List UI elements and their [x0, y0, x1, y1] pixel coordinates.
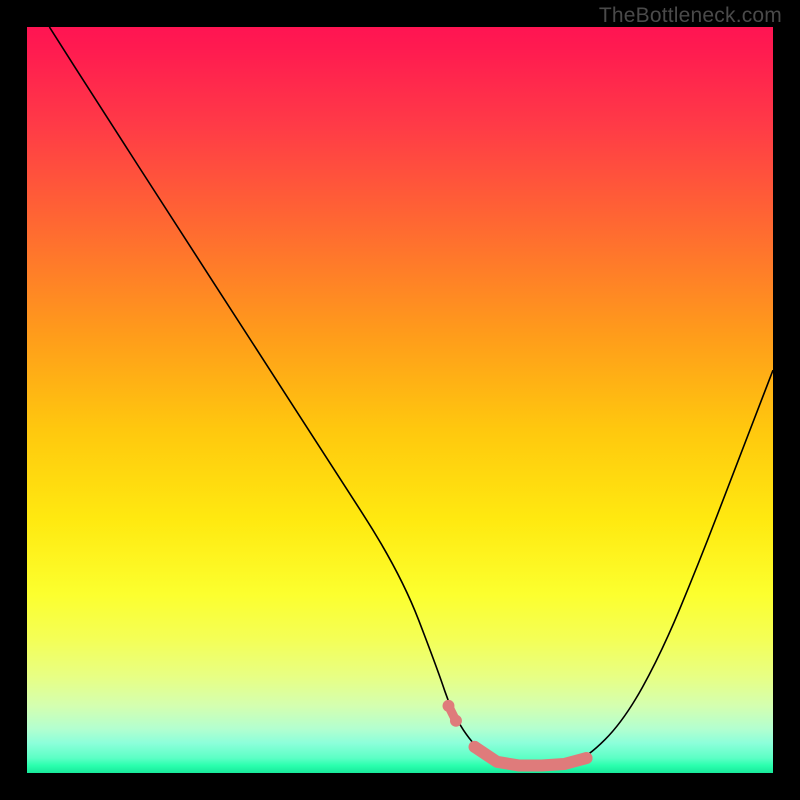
chart-highlight-point	[581, 752, 593, 764]
chart-highlight-point	[469, 741, 481, 753]
watermark-text: TheBottleneck.com	[599, 4, 782, 28]
chart-svg	[27, 27, 773, 773]
chart-highlight-point	[443, 700, 455, 712]
chart-main-curve	[49, 27, 773, 766]
chart-highlight-point	[450, 715, 462, 727]
chart-highlight-segment	[475, 747, 587, 766]
chart-plot-area	[27, 27, 773, 773]
